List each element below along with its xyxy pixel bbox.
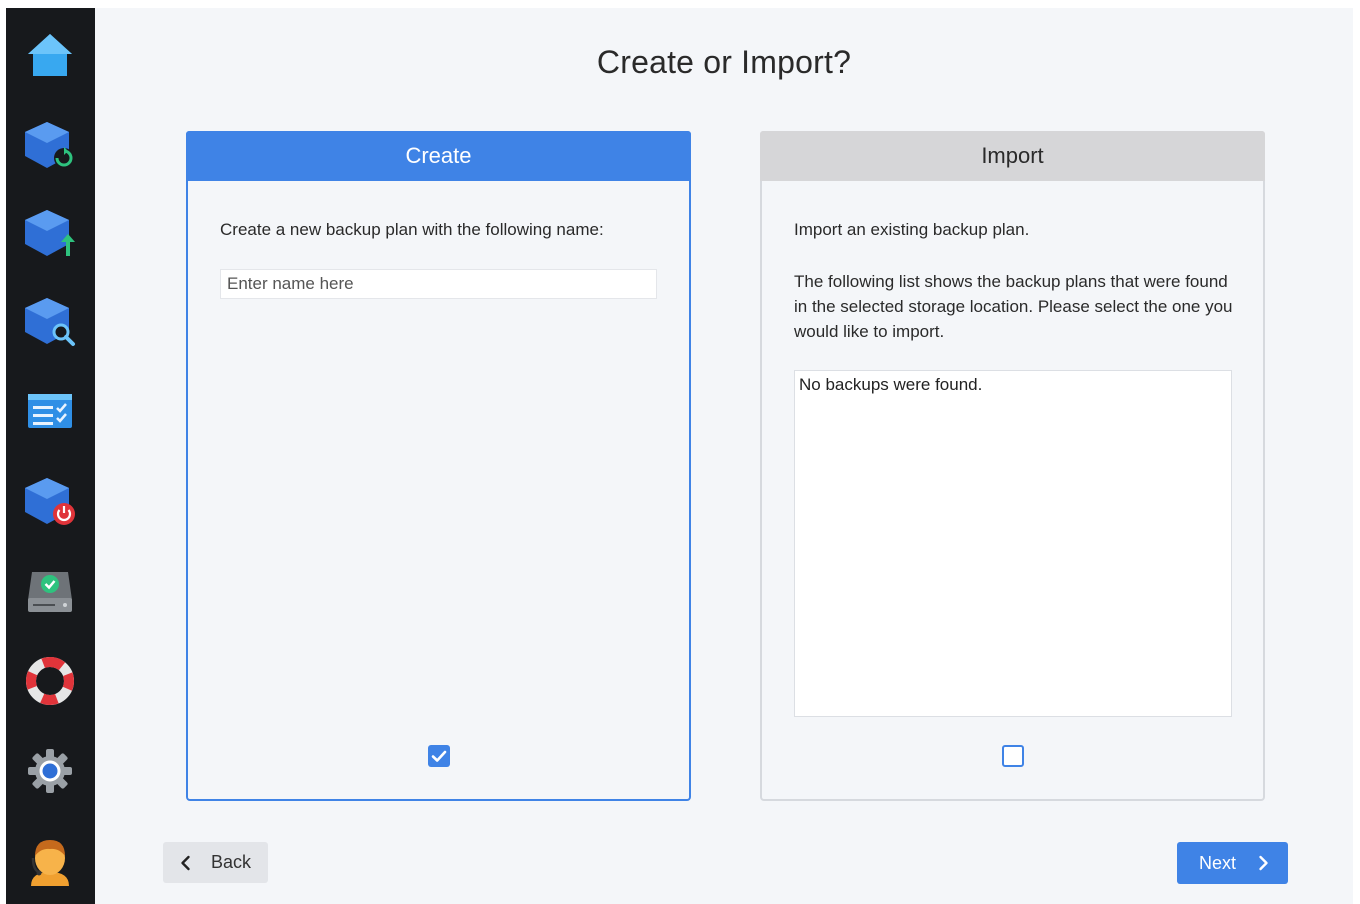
create-checkbox[interactable] bbox=[428, 745, 450, 767]
backup-search-icon bbox=[25, 298, 75, 346]
main-content: Create or Import? Create Create a new ba… bbox=[95, 8, 1353, 904]
backup-plan-list[interactable]: No backups were found. bbox=[794, 370, 1232, 717]
sidebar-item-help[interactable] bbox=[23, 654, 77, 708]
sidebar-item-explore[interactable] bbox=[23, 294, 77, 348]
chevron-left-icon bbox=[181, 855, 190, 870]
import-panel[interactable]: Import Import an existing backup plan. T… bbox=[760, 131, 1265, 801]
create-panel-header: Create bbox=[186, 131, 691, 181]
import-description: Import an existing backup plan. bbox=[794, 220, 1030, 239]
user-avatar-icon bbox=[31, 840, 69, 886]
import-checkbox[interactable] bbox=[1002, 745, 1024, 767]
empty-list-message: No backups were found. bbox=[799, 375, 983, 394]
sidebar-item-tasks[interactable] bbox=[23, 384, 77, 438]
create-description: Create a new backup plan with the follow… bbox=[220, 220, 604, 239]
page-title: Create or Import? bbox=[596, 44, 852, 80]
back-button[interactable]: Back bbox=[163, 842, 268, 883]
backup-upload-icon bbox=[25, 210, 75, 256]
sidebar-item-account[interactable] bbox=[23, 834, 77, 888]
home-icon bbox=[28, 34, 72, 76]
sidebar-item-settings[interactable] bbox=[23, 744, 77, 798]
checkmark-icon bbox=[431, 750, 447, 762]
sidebar-item-restore[interactable] bbox=[23, 206, 77, 260]
sidebar-item-drives[interactable] bbox=[23, 564, 77, 618]
sidebar bbox=[6, 8, 95, 904]
task-list-icon bbox=[28, 394, 72, 428]
import-panel-header: Import bbox=[760, 131, 1265, 181]
backup-sync-icon bbox=[25, 122, 74, 168]
backup-power-icon bbox=[25, 478, 75, 525]
sidebar-item-shutdown[interactable] bbox=[23, 474, 77, 528]
drive-check-icon bbox=[28, 572, 72, 612]
next-button[interactable]: Next bbox=[1177, 842, 1288, 884]
create-panel[interactable]: Create Create a new backup plan with the… bbox=[186, 131, 691, 801]
chevron-right-icon bbox=[1259, 855, 1268, 871]
sidebar-item-backup[interactable] bbox=[23, 118, 77, 172]
gear-icon bbox=[28, 749, 72, 793]
sidebar-item-home[interactable] bbox=[23, 30, 77, 84]
next-button-label: Next bbox=[1199, 852, 1237, 873]
back-button-label: Back bbox=[211, 852, 252, 872]
plan-name-input[interactable] bbox=[220, 269, 657, 299]
import-details: The following list shows the backup plan… bbox=[794, 272, 1233, 341]
lifebuoy-icon bbox=[26, 657, 74, 705]
